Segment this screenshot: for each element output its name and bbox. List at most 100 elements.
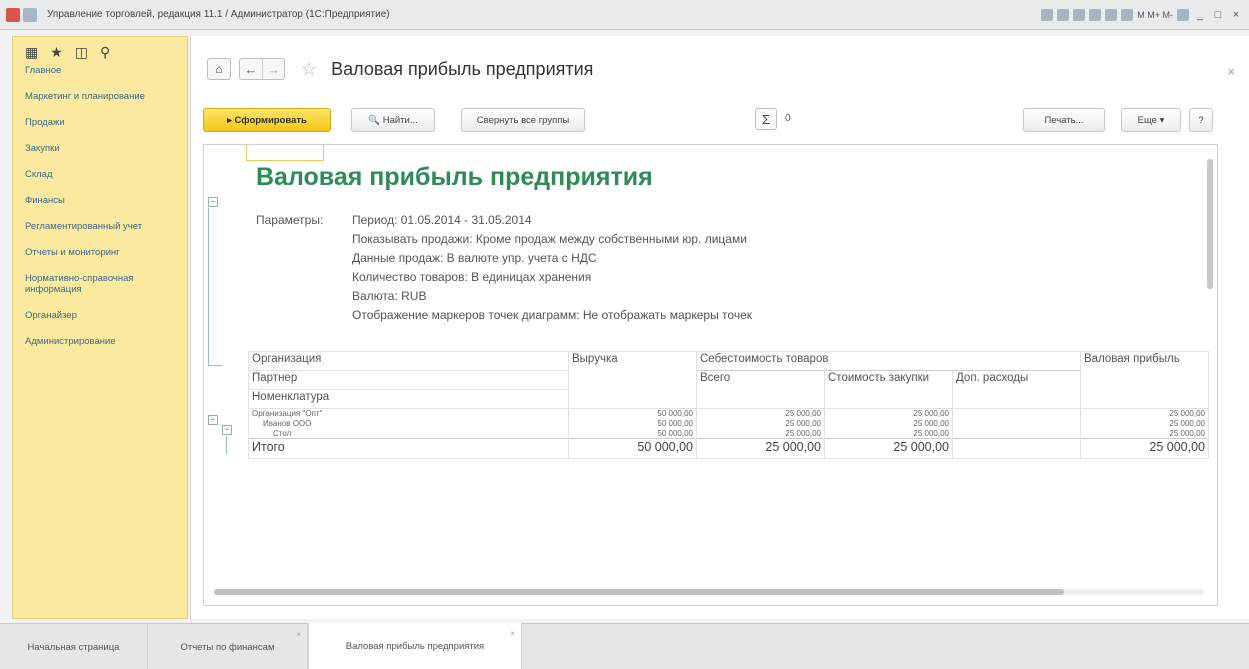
history-icon[interactable] (1089, 8, 1102, 21)
open-windows-bar: Начальная страница Отчеты по финансам × … (0, 623, 1249, 669)
window-close-button[interactable]: × (1229, 9, 1243, 21)
sidebar-item-purchases[interactable]: Закупки (25, 143, 181, 154)
sidebar-item-organizer[interactable]: Органайзер (25, 310, 181, 321)
calculator-icon[interactable] (1105, 8, 1118, 21)
home-button[interactable]: ⌂ (207, 58, 231, 80)
row-revenue: 50 000,00 (568, 408, 697, 419)
row-cost-total: 25 000,00 (696, 418, 825, 429)
calendar-icon[interactable] (1057, 8, 1070, 21)
sidebar-item-main[interactable]: Главное (25, 65, 181, 76)
tab-close-icon[interactable]: × (510, 629, 515, 638)
row-extra-costs (952, 418, 1081, 429)
subgroup-collapse-icon[interactable]: − (222, 425, 232, 435)
horizontal-scrollbar[interactable] (214, 589, 1064, 595)
row-purchase-cost: 25 000,00 (824, 408, 953, 419)
row-purchase-cost: 25 000,00 (824, 428, 953, 439)
totals-revenue: 50 000,00 (568, 438, 697, 459)
tab-close-icon[interactable]: × (296, 630, 301, 639)
maximize-button[interactable]: □ (1211, 9, 1225, 21)
apps-grid-icon[interactable]: ▦ (25, 45, 38, 59)
group-collapse-icon[interactable]: − (208, 415, 218, 425)
totals-row[interactable]: Итого 50 000,00 25 000,00 25 000,00 25 0… (248, 438, 1209, 459)
vertical-scrollbar[interactable] (1207, 159, 1213, 289)
tab-home-page[interactable]: Начальная страница (0, 624, 148, 669)
minimize-button[interactable]: _ (1193, 9, 1207, 21)
sidebar-item-reports[interactable]: Отчеты и мониторинг (25, 247, 181, 258)
row-gross-profit: 25 000,00 (1080, 428, 1209, 439)
header-partner: Партнер (248, 370, 569, 390)
app-menu-icon[interactable] (23, 7, 37, 22)
sidebar-item-finance[interactable]: Финансы (25, 195, 181, 206)
row-extra-costs (952, 408, 1081, 419)
sidebar-item-reference-info[interactable]: Нормативно-справочная информация (25, 273, 181, 295)
sidebar-toolbar: ▦ ★ ◫ ⚲ (13, 37, 187, 65)
sidebar-item-administration[interactable]: Администрирование (25, 336, 181, 347)
header-nomenclature: Номенклатура (248, 389, 569, 409)
settings-icon[interactable] (1177, 8, 1189, 21)
tab-label: Начальная страница (27, 641, 120, 653)
tab-finance-reports[interactable]: Отчеты по финансам × (148, 624, 308, 669)
group-collapse-icon[interactable]: − (208, 197, 218, 207)
tab-gross-profit[interactable]: Валовая прибыль предприятия × (308, 623, 522, 669)
history-navigation: ← → (239, 58, 285, 80)
search-icon[interactable]: ⚲ (100, 45, 110, 59)
table-row[interactable]: Организация "Опт" 50 000,00 25 000,00 25… (248, 408, 1209, 419)
row-cost-total: 25 000,00 (696, 428, 825, 439)
calendar-icon[interactable] (1121, 8, 1134, 21)
header-revenue: Выручка (568, 351, 697, 409)
collapse-all-groups-button[interactable]: Свернуть все группы (461, 108, 585, 132)
header-extra-costs: Доп. расходы (952, 370, 1081, 409)
report-document[interactable]: − Валовая прибыль предприятия Параметры:… (203, 144, 1218, 606)
table-row[interactable]: Стол 50 000,00 25 000,00 25 000,00 25 00… (248, 428, 1209, 439)
sidebar-item-sales[interactable]: Продажи (25, 117, 181, 128)
window-title-bar: Управление торговлей, редакция 11.1 / Ад… (0, 0, 1249, 30)
sum-icon[interactable]: Σ (755, 108, 777, 130)
system-icons (6, 7, 37, 22)
sections-panel: ▦ ★ ◫ ⚲ Главное Маркетинг и планирование… (12, 36, 188, 619)
totals-cost-total: 25 000,00 (696, 438, 825, 459)
row-purchase-cost: 25 000,00 (824, 418, 953, 429)
print-button[interactable]: Печать... (1023, 108, 1105, 132)
star-icon[interactable]: ★ (50, 45, 63, 59)
page-title: Валовая прибыль предприятия (331, 58, 594, 79)
sidebar-item-regulated-accounting[interactable]: Регламентированный учет (25, 221, 181, 232)
forward-button[interactable]: → (262, 59, 284, 79)
more-button[interactable]: Еще ▾ (1121, 108, 1181, 132)
row-name: Стол (248, 428, 569, 439)
totals-gross-profit: 25 000,00 (1080, 438, 1209, 459)
back-button[interactable]: ← (240, 59, 262, 79)
app-logo-icon[interactable] (6, 7, 20, 22)
active-cell[interactable] (246, 145, 324, 161)
help-button[interactable]: ? (1189, 108, 1213, 132)
totals-purchase-cost: 25 000,00 (824, 438, 953, 459)
sidebar-item-warehouse[interactable]: Склад (25, 169, 181, 180)
find-button[interactable]: 🔍 Найти... (351, 108, 435, 132)
param-quantity: Количество товаров: В единицах хранения (352, 270, 592, 284)
sum-value: 0 (785, 113, 791, 124)
close-form-button[interactable]: × (1227, 64, 1235, 79)
row-revenue: 50 000,00 (568, 418, 697, 429)
link-icon[interactable] (1073, 8, 1086, 21)
favorite-star-icon[interactable]: ☆ (301, 59, 317, 80)
window-title: Управление торговлей, редакция 11.1 / Ад… (47, 9, 390, 20)
table-row[interactable]: Иванов ООО 50 000,00 25 000,00 25 000,00… (248, 418, 1209, 429)
header-purchase-cost: Стоимость закупки (824, 370, 953, 409)
row-gross-profit: 25 000,00 (1080, 408, 1209, 419)
tab-label: Валовая прибыль предприятия (345, 641, 485, 652)
report-title: Валовая прибыль предприятия (256, 163, 653, 191)
main-panel: ⌂ ← → ☆ Валовая прибыль предприятия × ▸ … (190, 36, 1249, 619)
row-revenue: 50 000,00 (568, 428, 697, 439)
title-toolbar: M M+ M- _ □ × (1041, 8, 1243, 21)
totals-label: Итого (248, 438, 569, 459)
command-bar: ▸ Сформировать 🔍 Найти... Свернуть все г… (203, 108, 1240, 134)
header-gross-profit: Валовая прибыль (1080, 351, 1209, 409)
history-icon[interactable]: ◫ (75, 45, 88, 59)
param-currency: Валюта: RUB (352, 289, 427, 303)
row-name: Организация "Опт" (248, 408, 569, 419)
sidebar-item-marketing[interactable]: Маркетинг и планирование (25, 91, 181, 102)
group-bracket (208, 208, 222, 366)
calendar-icon[interactable] (1041, 8, 1054, 21)
header-cost-total: Всего (696, 370, 825, 409)
memory-buttons[interactable]: M M+ M- (1137, 10, 1173, 20)
generate-button[interactable]: ▸ Сформировать (203, 108, 331, 132)
